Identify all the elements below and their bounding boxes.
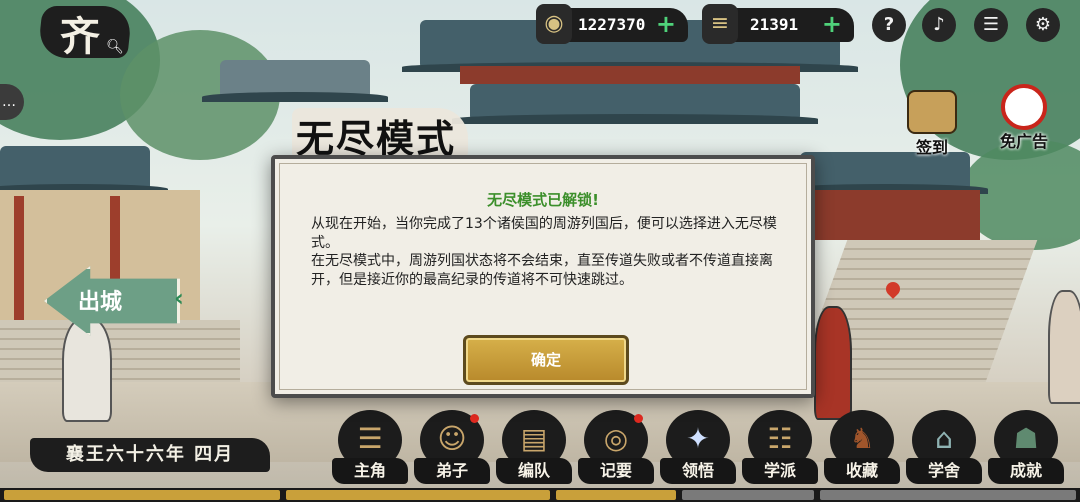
gear-icon: ⚙ — [1034, 14, 1052, 35]
dialog-body: 从现在开始，当你完成了13个诸侯国的周游列国后，便可以选择进入无尽模式。 在无尽… — [311, 215, 781, 289]
scholar-character[interactable] — [1048, 290, 1080, 404]
dialog-paragraph: 在无尽模式中，周游列国状态将不会结束，直至传道失败或者不传道直接离开，但是接近你… — [311, 253, 773, 288]
search-icon[interactable]: 🔍︎ — [106, 38, 124, 56]
menu-academy[interactable]: ⌂ 学舍 — [906, 410, 986, 486]
menu-school[interactable]: ☷ 学派 — [742, 410, 822, 486]
sign-in-scroll-icon — [907, 90, 957, 134]
notification-dot — [634, 414, 643, 423]
menu-label: 编队 — [496, 458, 572, 484]
resource-scrolls: ≡ 21391 + — [702, 4, 854, 44]
no-ads-button[interactable]: 免广告 — [994, 84, 1054, 151]
copper-coin-icon: ◉ — [536, 4, 572, 44]
game-date: 襄王六十六年 四月 — [30, 438, 270, 472]
lightning-insight-icon: ✦ — [686, 422, 710, 455]
exit-city-button[interactable]: 出城 — [44, 266, 180, 336]
dialog-heading: 无尽模式已解锁! — [487, 191, 599, 209]
menu-achievements[interactable]: ☗ 成就 — [988, 410, 1068, 486]
region-name: 齐 — [60, 13, 100, 60]
menu-label: 学派 — [742, 458, 818, 484]
bottom-progress-strip — [0, 488, 1080, 502]
menu-records[interactable]: ◎ 记要 — [578, 410, 658, 486]
confirm-button[interactable]: 确定 — [463, 335, 629, 385]
no-ads-label: 免广告 — [999, 132, 1048, 151]
help-button[interactable]: ? — [872, 8, 906, 42]
school-building-icon: ⌂ — [935, 422, 953, 455]
menu-label: 记要 — [578, 458, 654, 484]
add-scrolls-button[interactable]: + — [822, 11, 842, 37]
bell-icon: ♪ — [933, 14, 945, 35]
menu-formation[interactable]: ▤ 编队 — [496, 410, 576, 486]
dialog-paragraph: 从现在开始，当你完成了13个诸侯国的周游列国后，便可以选择进入无尽模式。 — [311, 216, 777, 251]
no-ads-camera-icon — [1001, 84, 1047, 130]
bottom-menu: ☰ 主角 ☺ 弟子 ▤ 编队 ◎ 记要 ✦ 领悟 ☷ 学派 ♞ 收藏 ⌂ 学舍 … — [332, 410, 1080, 486]
progress-segment — [286, 490, 550, 500]
horse-statue-icon: ♞ — [849, 422, 875, 455]
menu-label: 领悟 — [660, 458, 736, 484]
menu-label: 学舍 — [906, 458, 982, 484]
menu-insight[interactable]: ✦ 领悟 — [660, 410, 740, 486]
progress-segment — [820, 490, 1076, 500]
brush-inkstone-icon: ◎ — [603, 422, 629, 455]
hall-wall — [810, 190, 980, 240]
progress-segment — [556, 490, 676, 500]
disciple-portrait-icon: ☺ — [437, 422, 467, 455]
menu-label: 弟子 — [414, 458, 490, 484]
endless-mode-dialog: 无尽模式已解锁! 从现在开始，当你完成了13个诸侯国的周游列国后，便可以选择进入… — [271, 155, 815, 398]
sign-in-button[interactable]: 签到 — [902, 90, 962, 157]
notification-dot — [470, 414, 479, 423]
exit-city-label: 出城 — [78, 290, 123, 315]
chevron-left-icon[interactable]: ‹ — [174, 284, 192, 312]
question-icon: ? — [883, 14, 895, 35]
settings-button[interactable]: ⚙ — [1026, 8, 1060, 42]
book-icon: ▤ — [520, 422, 548, 455]
progress-segment — [4, 490, 280, 500]
pillar — [14, 196, 24, 320]
chat-bubble-icon: … — [2, 94, 16, 110]
resource-coins: ◉ 1227370 + — [536, 4, 688, 44]
menu-label: 成就 — [988, 458, 1064, 484]
document-icon: ☰ — [982, 14, 1000, 35]
progress-segment — [682, 490, 814, 500]
hall-roof — [0, 146, 168, 194]
notes-button[interactable]: ☰ — [974, 8, 1008, 42]
bronze-ding-icon: ☗ — [1013, 422, 1039, 455]
coin-amount: 1227370 — [578, 15, 646, 34]
bamboo-scroll-icon: ≡ — [702, 4, 738, 44]
scroll-bundle-icon: ☷ — [767, 422, 793, 455]
add-coins-button[interactable]: + — [656, 11, 676, 37]
palace-wall — [460, 66, 800, 84]
menu-protagonist[interactable]: ☰ 主角 — [332, 410, 412, 486]
notification-button[interactable]: ♪ — [922, 8, 956, 42]
guard-character[interactable] — [814, 306, 852, 420]
sage-character[interactable] — [62, 318, 112, 422]
menu-disciples[interactable]: ☺ 弟子 — [414, 410, 494, 486]
pavilion-roof — [202, 60, 388, 102]
menu-collection[interactable]: ♞ 收藏 — [824, 410, 904, 486]
menu-label: 主角 — [332, 458, 408, 484]
sign-in-label: 签到 — [915, 138, 948, 157]
scroll-icon: ☰ — [357, 422, 383, 455]
palace-roof — [452, 84, 818, 124]
scroll-amount: 21391 — [750, 15, 799, 34]
menu-label: 收藏 — [824, 458, 900, 484]
